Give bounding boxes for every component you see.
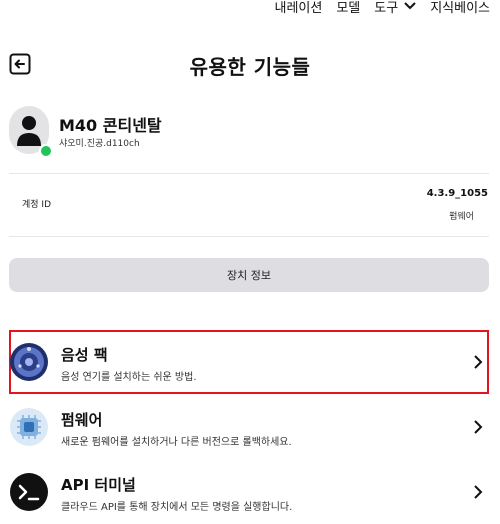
firmware-label: 펌웨어 xyxy=(449,212,474,222)
feature-description: 클라우드 API를 통해 장치에서 모든 명령을 실행합니다. xyxy=(61,502,293,513)
firmware-version-value: 4.3.9_1055 xyxy=(426,188,488,199)
chevron-right-icon xyxy=(474,420,483,434)
device-summary: M40 콘티넨탈 샤오미.진공.d110ch xyxy=(9,106,489,158)
page-header: 유용한 기능들 xyxy=(0,48,500,82)
feature-title: 음성 팩 xyxy=(61,346,108,364)
firmware-chip-icon xyxy=(10,408,48,446)
feature-card-voice-pack[interactable]: 음성 팩 음성 연기를 설치하는 쉬운 방법. xyxy=(9,330,489,394)
feature-description: 새로운 펌웨어를 설치하거나 다른 버전으로 롤백하세요. xyxy=(61,437,292,448)
voice-pack-icon xyxy=(10,343,48,381)
feature-title: 펌웨어 xyxy=(61,411,103,429)
feature-title: API 터미널 xyxy=(61,476,136,494)
feature-description: 음성 연기를 설치하는 쉬운 방법. xyxy=(61,372,197,383)
feature-card-api-terminal[interactable]: API 터미널 클라우드 API를 통해 장치에서 모든 명령을 실행합니다. xyxy=(9,460,489,524)
divider xyxy=(9,236,489,237)
chevron-right-icon xyxy=(474,355,483,369)
nav-knowledge-base[interactable]: 지식베이스 xyxy=(430,0,490,16)
chevron-right-icon xyxy=(474,485,483,499)
account-id-label: 계정 ID xyxy=(22,200,52,210)
top-navigation: 내레이션 모델 도구 지식베이스 xyxy=(261,0,500,16)
device-name: M40 콘티넨탈 xyxy=(59,116,162,135)
nav-tools-dropdown[interactable]: 도구 xyxy=(374,0,416,16)
nav-narration[interactable]: 내레이션 xyxy=(275,0,323,16)
nav-model[interactable]: 모델 xyxy=(336,0,360,16)
nav-tools-label: 도구 xyxy=(374,0,399,16)
divider xyxy=(9,173,489,174)
device-info-button[interactable]: 장치 정보 xyxy=(9,258,489,292)
feature-card-firmware[interactable]: 펌웨어 새로운 펌웨어를 설치하거나 다른 버전으로 롤백하세요. xyxy=(9,395,489,459)
online-status-dot xyxy=(39,144,53,158)
chevron-down-icon xyxy=(404,2,416,10)
terminal-icon xyxy=(10,473,48,511)
device-model: 샤오미.진공.d110ch xyxy=(59,139,140,149)
page-title: 유용한 기능들 xyxy=(189,55,311,79)
